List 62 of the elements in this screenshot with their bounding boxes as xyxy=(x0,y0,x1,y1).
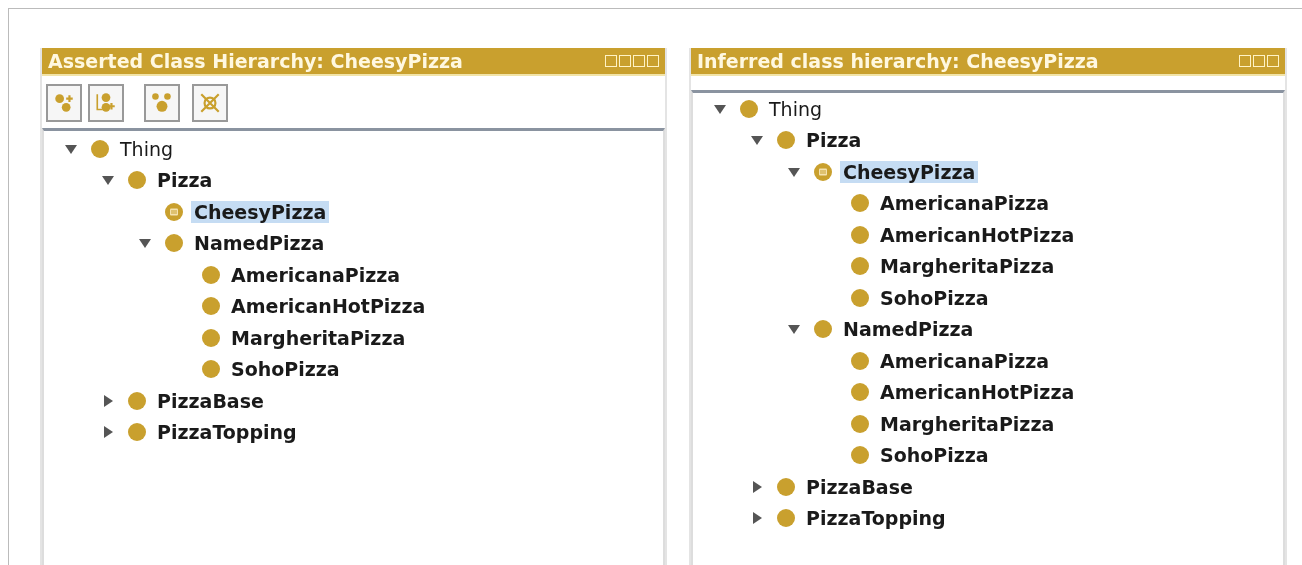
class-label[interactable]: MargheritaPizza xyxy=(228,326,409,349)
class-icon xyxy=(850,445,870,466)
collapsed-arrow-icon[interactable] xyxy=(101,425,115,440)
class-label[interactable]: AmericanHotPizza xyxy=(877,223,1078,246)
panel-title: Inferred class hierarchy: CheesyPizza xyxy=(697,50,1099,72)
class-label[interactable]: PizzaTopping xyxy=(803,507,949,530)
class-icon xyxy=(201,296,221,317)
class-icon xyxy=(850,224,870,245)
class-icon xyxy=(201,327,221,348)
class-label[interactable]: AmericanaPizza xyxy=(877,192,1053,215)
class-icon xyxy=(127,390,147,411)
class-label[interactable]: SohoPizza xyxy=(877,444,992,467)
class-label[interactable]: MargheritaPizza xyxy=(877,412,1058,435)
class-label[interactable]: SohoPizza xyxy=(228,358,343,381)
class-label[interactable]: NamedPizza xyxy=(191,232,328,255)
class-icon xyxy=(850,193,870,214)
class-icon xyxy=(164,233,184,254)
class-label[interactable]: Thing xyxy=(766,97,826,120)
toolbar-button[interactable] xyxy=(46,84,82,122)
delete-class-icon xyxy=(198,91,222,115)
class-icon xyxy=(90,138,110,159)
class-label[interactable]: Thing xyxy=(117,137,177,160)
class-icon xyxy=(776,508,796,529)
class-label[interactable]: AmericanaPizza xyxy=(228,263,404,286)
collapsed-arrow-icon[interactable] xyxy=(101,393,115,408)
class-label[interactable]: CheesyPizza xyxy=(840,160,979,183)
add-subclass-icon xyxy=(52,91,76,115)
collapsed-arrow-icon[interactable] xyxy=(750,479,764,494)
class-icon xyxy=(201,264,221,285)
defined-class-icon xyxy=(813,161,833,182)
add-sibling-icon xyxy=(94,91,118,115)
class-icon xyxy=(127,170,147,191)
class-icon xyxy=(850,382,870,403)
class-icon xyxy=(850,256,870,277)
panel-title: Asserted Class Hierarchy: CheesyPizza xyxy=(48,50,463,72)
class-label[interactable]: SohoPizza xyxy=(877,286,992,309)
class-label[interactable]: NamedPizza xyxy=(840,318,977,341)
class-icon xyxy=(850,413,870,434)
class-label[interactable]: MargheritaPizza xyxy=(877,255,1058,278)
class-icon xyxy=(813,319,833,340)
toolbar-button[interactable] xyxy=(88,84,124,122)
class-label[interactable]: PizzaBase xyxy=(154,389,267,412)
class-icon xyxy=(201,359,221,380)
class-icon xyxy=(850,287,870,308)
class-label[interactable]: Pizza xyxy=(803,129,865,152)
merge-classes-icon xyxy=(150,91,174,115)
class-icon xyxy=(127,422,147,443)
class-label[interactable]: CheesyPizza xyxy=(191,200,330,223)
defined-class-icon xyxy=(164,201,184,222)
class-label[interactable]: PizzaTopping xyxy=(154,421,300,444)
class-icon xyxy=(739,98,759,119)
class-icon xyxy=(776,476,796,497)
toolbar-button[interactable] xyxy=(144,84,180,122)
toolbar-button[interactable] xyxy=(192,84,228,122)
class-label[interactable]: AmericanHotPizza xyxy=(877,381,1078,404)
class-icon xyxy=(776,130,796,151)
class-label[interactable]: PizzaBase xyxy=(803,475,916,498)
class-label[interactable]: AmericanaPizza xyxy=(877,349,1053,372)
class-label[interactable]: Pizza xyxy=(154,169,216,192)
class-icon xyxy=(850,350,870,371)
collapsed-arrow-icon[interactable] xyxy=(750,511,764,526)
class-label[interactable]: AmericanHotPizza xyxy=(228,295,429,318)
